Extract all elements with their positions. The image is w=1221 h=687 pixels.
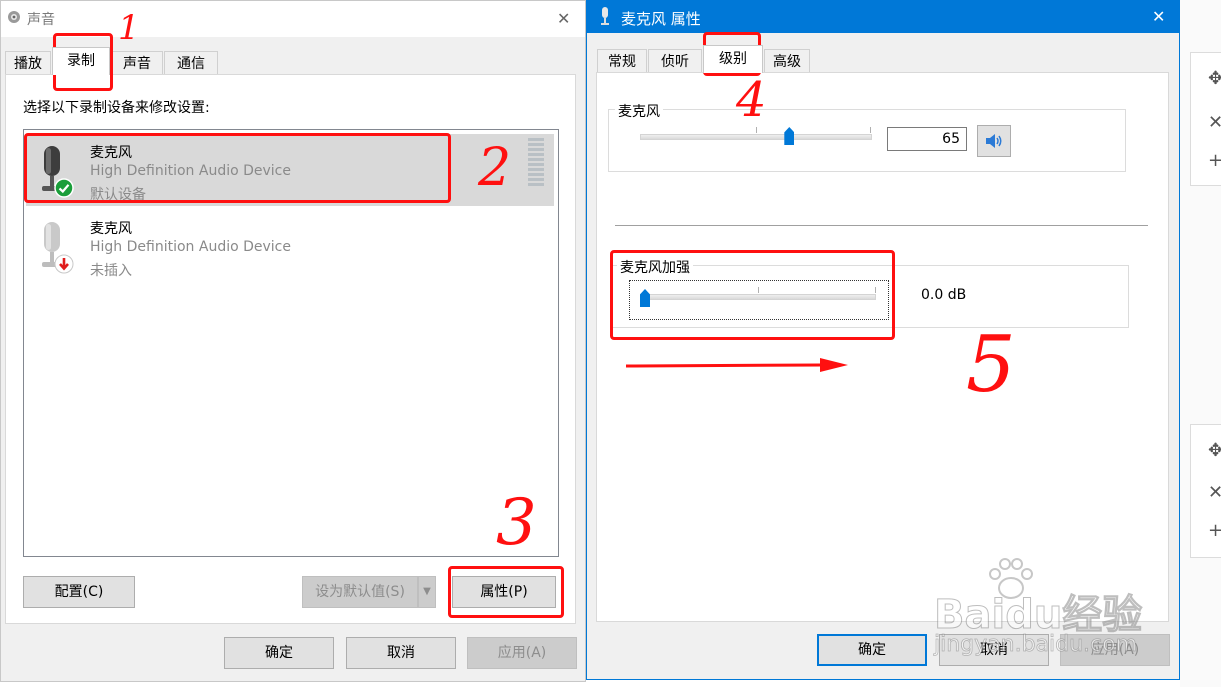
move-icon[interactable]: ✥ bbox=[1208, 440, 1221, 461]
plus-icon[interactable]: + bbox=[1208, 520, 1221, 541]
props-titlebar: 麦克风 属性 ✕ bbox=[587, 1, 1179, 33]
microphone-level-input[interactable]: 65 bbox=[887, 127, 967, 151]
annotation-box bbox=[448, 566, 564, 618]
annotation-box bbox=[24, 133, 451, 203]
tab-levels[interactable]: 级别 bbox=[703, 45, 763, 73]
tab-sounds[interactable]: 声音 bbox=[111, 51, 163, 75]
set-default-dropdown[interactable]: ▼ bbox=[418, 576, 436, 608]
sound-title: 声音 bbox=[27, 12, 55, 28]
close-icon[interactable]: ✕ bbox=[557, 9, 570, 28]
slider-thumb[interactable] bbox=[784, 127, 795, 145]
tab-advanced[interactable]: 高级 bbox=[764, 49, 810, 73]
move-icon[interactable]: ✥ bbox=[1208, 68, 1221, 89]
apply-button[interactable]: 应用(A) bbox=[467, 637, 577, 669]
annotation-number: 4 bbox=[736, 72, 767, 128]
microphone-icon bbox=[599, 7, 611, 27]
tab-communications[interactable]: 通信 bbox=[164, 51, 218, 75]
mute-toggle-button[interactable] bbox=[977, 125, 1011, 157]
device-name: 麦克风 bbox=[90, 221, 132, 237]
watermark-url: jingyan.baidu.com bbox=[934, 632, 1138, 658]
device-status: 未插入 bbox=[90, 263, 132, 279]
ok-button[interactable]: 确定 bbox=[817, 634, 927, 666]
slider-tick bbox=[870, 127, 871, 133]
instruction-text: 选择以下录制设备来修改设置: bbox=[23, 100, 210, 116]
device-driver: High Definition Audio Device bbox=[90, 239, 291, 255]
ok-button[interactable]: 确定 bbox=[224, 637, 334, 669]
watermark: Baidu经验 jingyan.baidu.com bbox=[933, 556, 1174, 666]
plus-icon[interactable]: + bbox=[1208, 150, 1221, 171]
annotation-number: 2 bbox=[478, 138, 512, 198]
speaker-icon bbox=[7, 10, 21, 24]
cancel-button[interactable]: 取消 bbox=[346, 637, 456, 669]
speaker-icon bbox=[984, 132, 1004, 150]
sound-titlebar: 声音 ✕ bbox=[1, 1, 585, 37]
slider-track bbox=[640, 134, 872, 140]
set-default-button[interactable]: 设为默认值(S) bbox=[302, 576, 418, 608]
close-icon[interactable]: ✕ bbox=[1208, 112, 1221, 133]
unplugged-arrow-icon bbox=[54, 254, 74, 274]
microphone-slider[interactable] bbox=[640, 127, 872, 145]
tab-recording[interactable]: 录制 bbox=[52, 47, 110, 75]
tab-general[interactable]: 常规 bbox=[597, 49, 647, 73]
annotation-number: 1 bbox=[118, 8, 140, 48]
boost-value: 0.0 dB bbox=[921, 287, 967, 303]
divider bbox=[615, 225, 1148, 226]
close-icon[interactable]: ✕ bbox=[1152, 7, 1165, 26]
level-meter bbox=[528, 138, 544, 186]
tab-listen[interactable]: 侦听 bbox=[648, 49, 702, 73]
annotation-number: 3 bbox=[496, 486, 537, 560]
annotation-number: 5 bbox=[966, 320, 1016, 410]
tab-playback[interactable]: 播放 bbox=[5, 51, 51, 75]
list-item[interactable]: 麦克风 High Definition Audio Device 未插入 bbox=[26, 210, 554, 282]
configure-button[interactable]: 配置(C) bbox=[23, 576, 135, 608]
close-icon[interactable]: ✕ bbox=[1208, 482, 1221, 503]
chevron-down-icon: ▼ bbox=[423, 586, 431, 597]
annotation-arrow-icon bbox=[625, 358, 848, 372]
annotation-box bbox=[610, 250, 895, 340]
props-title: 麦克风 属性 bbox=[621, 10, 701, 28]
microphone-label: 麦克风 bbox=[615, 101, 663, 121]
